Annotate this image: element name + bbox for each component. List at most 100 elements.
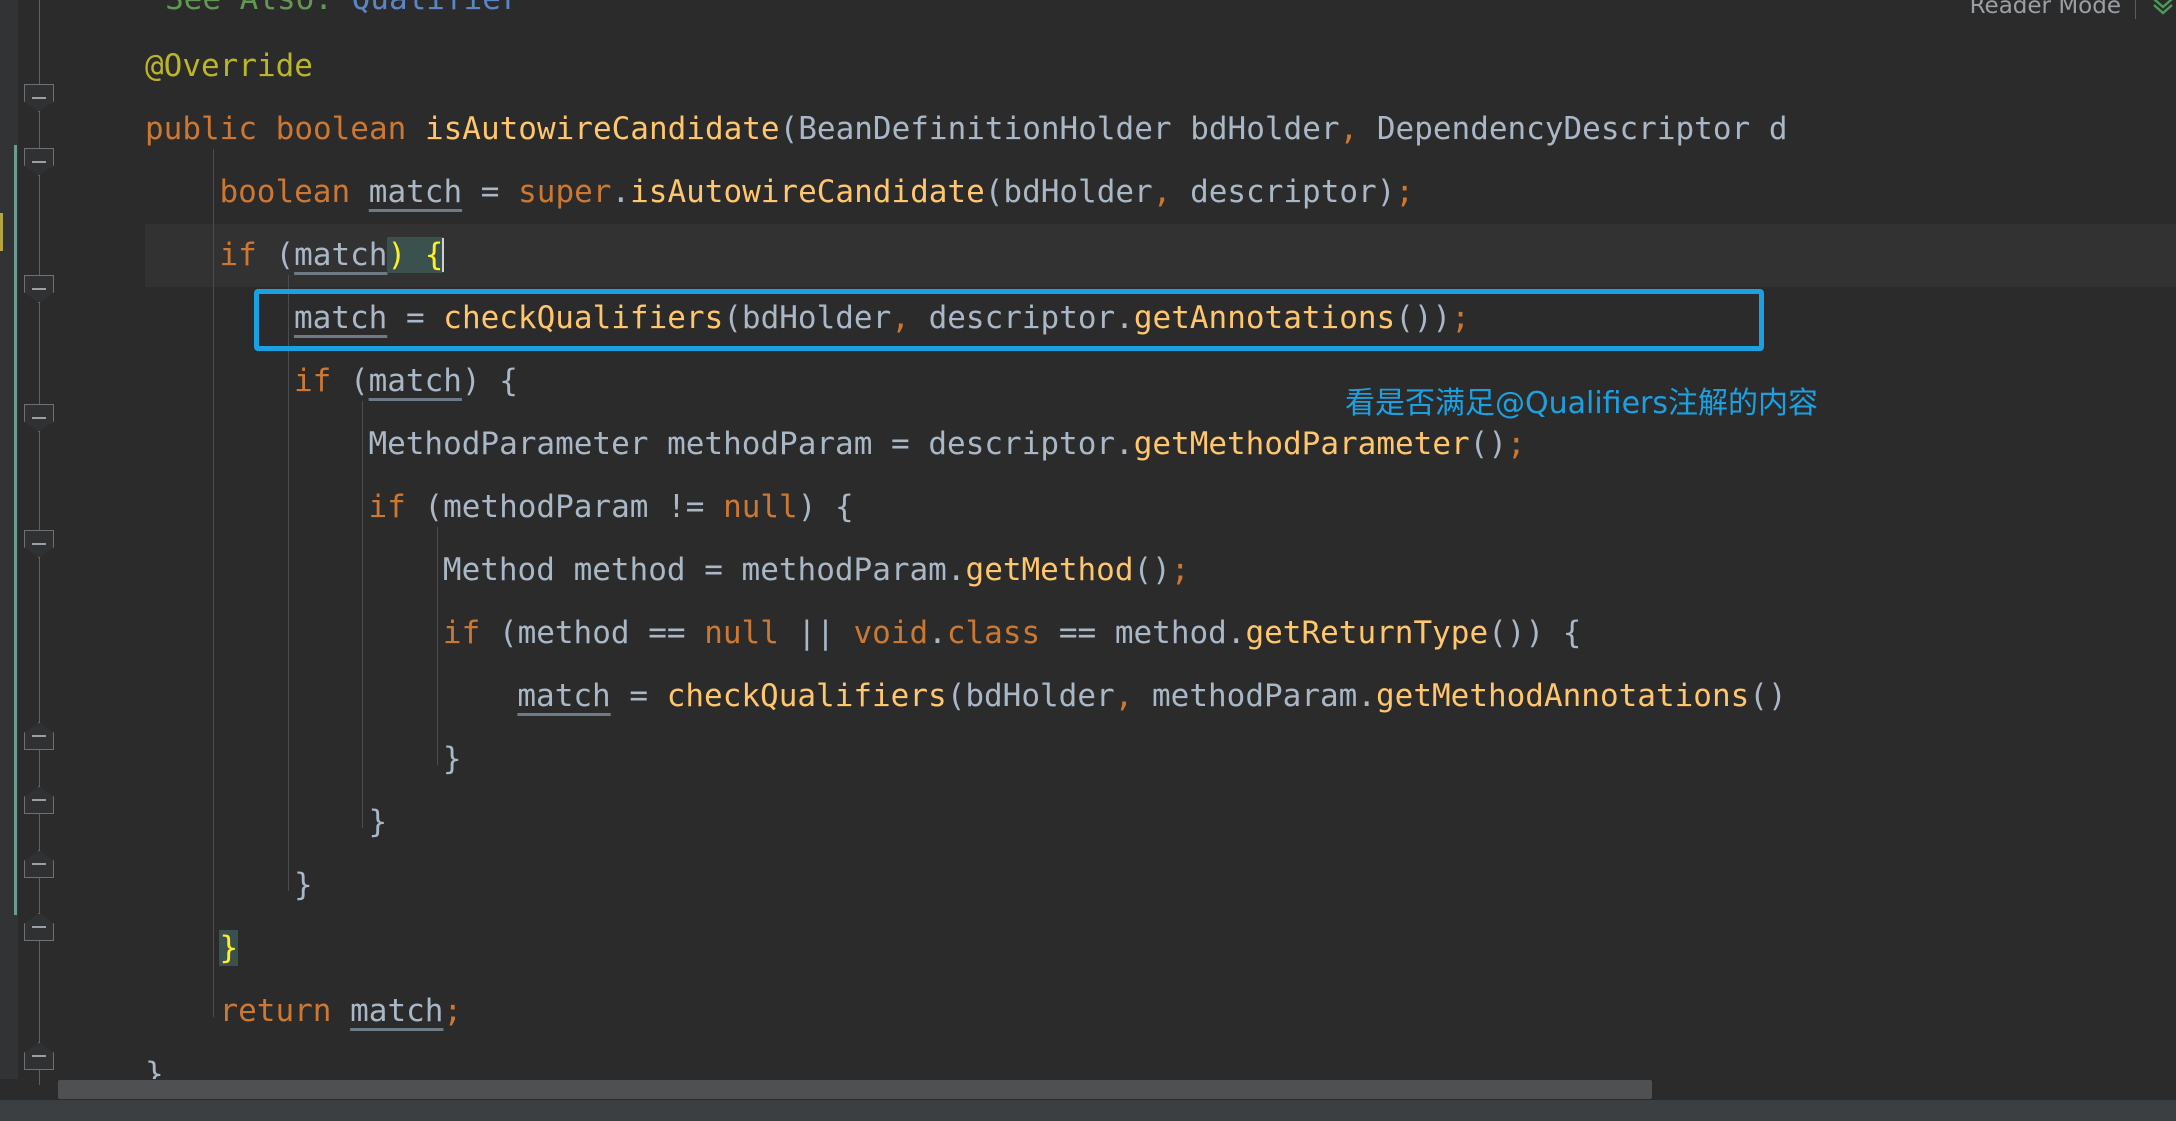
code-token: method [573,552,686,588]
code-line[interactable]: public boolean isAutowireCandidate(BeanD… [145,98,1788,161]
code-token: ; [1395,174,1415,210]
code-token: boolean [219,174,351,210]
code-token: method [1114,615,1227,651]
fold-minus-glyph [32,543,46,545]
code-token: } [368,804,388,840]
horizontal-scroll-thumb[interactable] [58,1080,1652,1099]
fold-minus-glyph [32,735,46,737]
code-token: ( [779,111,799,147]
fold-collapse-icon[interactable] [24,850,54,878]
code-token: match [350,993,444,1029]
code-content[interactable]: See Also: Qualifier @Override public boole… [145,0,2176,1100]
code-token: , [1152,174,1172,210]
code-token: Method [442,552,555,588]
code-token: methodParam [741,552,947,588]
code-token: ) [1376,174,1396,210]
code-token: ; [1451,300,1470,336]
code-token: () [1469,426,1507,462]
code-token: bdHolder [741,300,892,336]
code-token: ; [1506,426,1526,462]
code-token: descriptor [928,300,1116,336]
code-line[interactable]: } [219,917,239,980]
code-token: bdHolder [1190,111,1340,147]
code-token: descriptor [928,426,1116,462]
code-token: match [368,174,463,210]
code-token: if [219,237,257,273]
fold-collapse-icon[interactable] [24,786,54,814]
code-line[interactable]: } [294,854,313,917]
code-token: == [629,615,705,651]
code-line[interactable]: } [443,728,462,791]
fold-collapse-icon[interactable] [24,148,54,176]
fold-minus-glyph [32,799,46,801]
code-token: } [442,741,462,777]
fold-collapse-icon[interactable] [24,404,54,432]
code-line[interactable]: if (methodParam != null) { [368,476,853,539]
code-token: . [611,174,631,210]
code-line[interactable]: Method method = methodParam.getMethod(); [443,539,1190,602]
code-token: = [462,174,519,210]
code-token: class [946,615,1041,651]
code-line[interactable]: if (match) { [294,350,518,413]
code-token: ( [480,615,518,651]
code-token: getMethod [965,552,1134,588]
code-line[interactable]: if (method == null || void.class == meth… [443,602,1582,665]
code-token: ; [443,993,463,1029]
code-token: match [368,363,462,399]
code-line[interactable]: if (match) { [219,224,445,287]
code-token: if [368,489,406,525]
code-token: methodParam [443,489,649,525]
code-token: descriptor [1190,174,1377,210]
code-token: null [704,615,779,651]
code-token: methodParam [1152,678,1358,714]
indent-guide [287,275,289,891]
reader-mode-bar[interactable]: Reader Mode [1970,0,2176,20]
javadoc-see-also: See Also: Qualifier [165,0,520,31]
code-token: , [1114,678,1134,714]
fold-minus-glyph [32,926,46,928]
code-token: ( [256,237,295,273]
code-token: getReturnType [1245,615,1489,651]
code-line[interactable]: } [368,791,387,854]
code-token: isAutowireCandidate [424,111,780,147]
code-line[interactable]: match = checkQualifiers(bdHolder, descri… [294,287,1470,350]
code-token: , [891,300,910,336]
code-editor[interactable]: See Also: Qualifier @Override public boole… [0,0,2176,1121]
vcs-changed-line-marker[interactable] [14,145,17,915]
code-token: isAutowireCandidate [630,174,985,210]
fold-collapse-icon[interactable] [24,275,54,303]
code-token: DependencyDescriptor [1376,111,1751,147]
code-token: ) { [461,363,518,399]
code-token: } [293,867,313,903]
code-token: . [1357,678,1376,714]
fold-collapse-icon[interactable] [24,84,54,112]
code-line[interactable]: return match; [219,980,462,1043]
fold-minus-glyph [32,97,46,99]
code-token: () [1749,678,1787,714]
chevrons-down-icon[interactable] [2150,0,2176,16]
fold-collapse-icon[interactable] [24,722,54,750]
code-token: public [145,111,257,147]
code-token: getAnnotations [1133,300,1396,336]
code-token: void [853,615,929,651]
indent-guide [436,527,438,765]
fold-collapse-icon[interactable] [24,530,54,558]
code-line[interactable]: boolean match = super.isAutowireCandidat… [219,161,1414,224]
code-line[interactable]: @Override [145,35,313,98]
fold-collapse-icon[interactable] [24,913,54,941]
code-token: = [685,552,742,588]
fold-collapse-icon[interactable] [24,1042,54,1070]
code-line[interactable]: MethodParameter methodParam = descriptor… [368,413,1525,476]
code-token: match [293,300,388,336]
code-line[interactable]: match = checkQualifiers(bdHolder, method… [517,665,1786,728]
code-token: ( [723,300,742,336]
javadoc-see-also-link[interactable]: Qualifier [352,0,520,17]
code-token: MethodParameter [368,426,649,462]
code-token: methodParam [667,426,873,462]
code-token: = [387,300,444,336]
